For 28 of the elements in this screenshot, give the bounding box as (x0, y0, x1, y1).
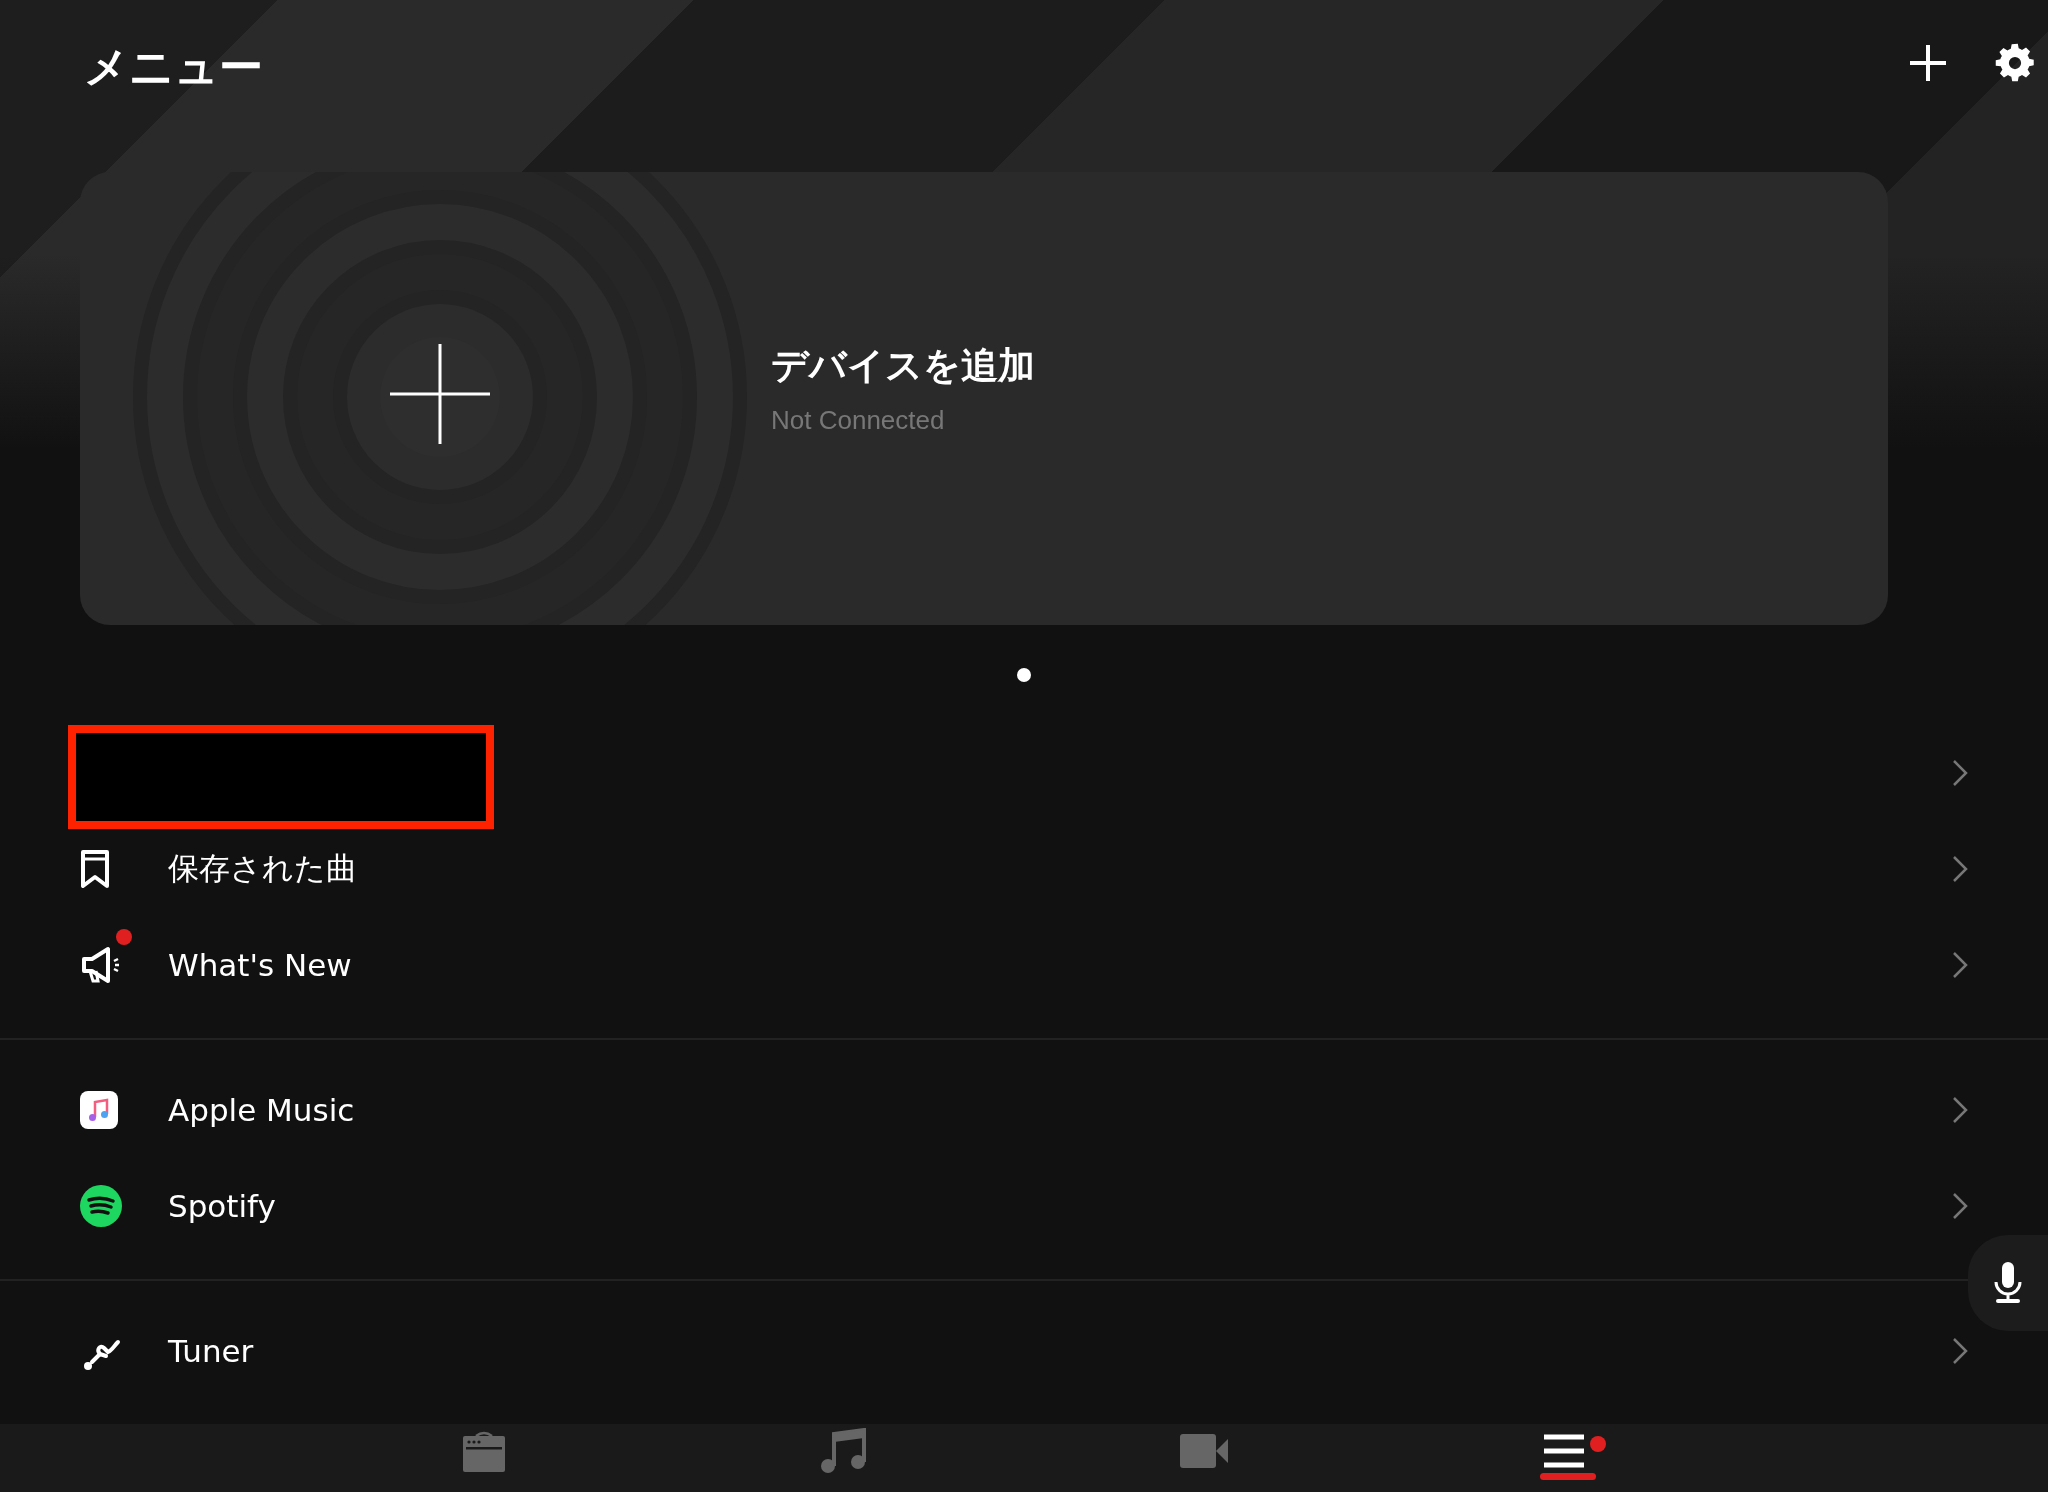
menu-item-label[interactable]: Tuner (168, 1333, 254, 1369)
menu-item-label[interactable]: Spotify (168, 1188, 276, 1224)
chevron-right-icon[interactable] (1952, 1337, 1968, 1365)
video-camera-icon (1180, 1434, 1228, 1468)
menu-item-label[interactable]: Apple Music (168, 1092, 355, 1128)
microphone-icon (1994, 1262, 2022, 1304)
chevron-right-icon[interactable] (1952, 855, 1968, 883)
settings-icon[interactable] (1994, 42, 2036, 84)
chevron-right-icon[interactable] (1952, 1096, 1968, 1124)
menu-icon (1542, 1434, 1586, 1468)
connection-status: Not Connected (771, 405, 946, 436)
menu-item-label[interactable]: 保存された曲 (168, 848, 357, 890)
bookmark-icon (80, 849, 110, 889)
add-icon[interactable] (1908, 43, 1948, 83)
music-note-icon (820, 1428, 868, 1474)
chevron-right-icon[interactable] (1952, 1192, 1968, 1220)
active-tab-indicator (1540, 1473, 1596, 1480)
page-title: メニュー (84, 40, 263, 94)
add-icon (390, 344, 490, 444)
card-title: デバイスを追加 (771, 343, 1035, 389)
music-app-icon (80, 1091, 118, 1129)
voice-button[interactable] (1968, 1235, 2048, 1331)
add-device-card[interactable]: デバイスを追加 Not Connected (80, 172, 1888, 625)
chevron-right-icon[interactable] (1952, 759, 1968, 787)
chevron-right-icon[interactable] (1952, 951, 1968, 979)
menu-item-label[interactable]: What's New (168, 947, 352, 983)
amplifier-icon (462, 1430, 506, 1472)
spotify-icon (80, 1185, 122, 1227)
